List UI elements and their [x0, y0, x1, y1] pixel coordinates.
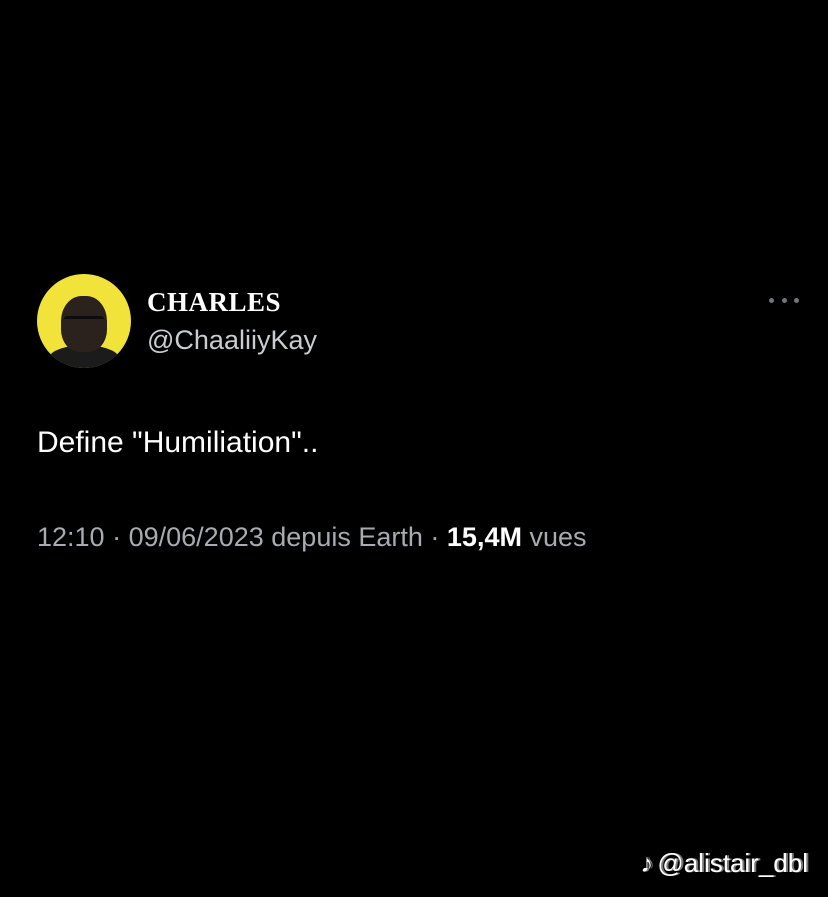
display-name[interactable]: CHARLES	[147, 285, 317, 319]
meta-separator: ·	[430, 522, 440, 552]
tweet-date[interactable]: 09/06/2023	[129, 522, 264, 552]
tweet-text: Define "Humiliation"..	[37, 426, 319, 459]
author-names: CHARLES @ChaaliiyKay	[147, 285, 317, 357]
tweet-time[interactable]: 12:10	[37, 522, 105, 552]
user-handle[interactable]: @ChaaliiyKay	[147, 323, 317, 357]
tweet-source: depuis Earth	[271, 522, 423, 552]
tweet-meta: 12:10 · 09/06/2023 depuis Earth · 15,4M …	[37, 520, 797, 554]
meta-separator: ·	[112, 522, 122, 552]
views-label: vues	[529, 522, 587, 552]
watermark-username: @alistair_dbl	[657, 848, 808, 878]
more-dot	[769, 297, 774, 303]
views-count[interactable]: 15,4M	[447, 522, 522, 552]
tweet-card: CHARLES @ChaaliiyKay Define "Humiliation…	[37, 274, 799, 554]
avatar[interactable]	[37, 274, 131, 368]
tiktok-icon: ♪	[640, 848, 654, 878]
more-dot	[794, 297, 799, 303]
tweet-header: CHARLES @ChaaliiyKay	[37, 274, 799, 368]
avatar-glasses	[64, 316, 104, 327]
more-dot	[781, 297, 787, 303]
more-options-icon[interactable]	[767, 290, 801, 310]
tiktok-watermark: ♪ @alistair_dbl	[640, 848, 808, 879]
